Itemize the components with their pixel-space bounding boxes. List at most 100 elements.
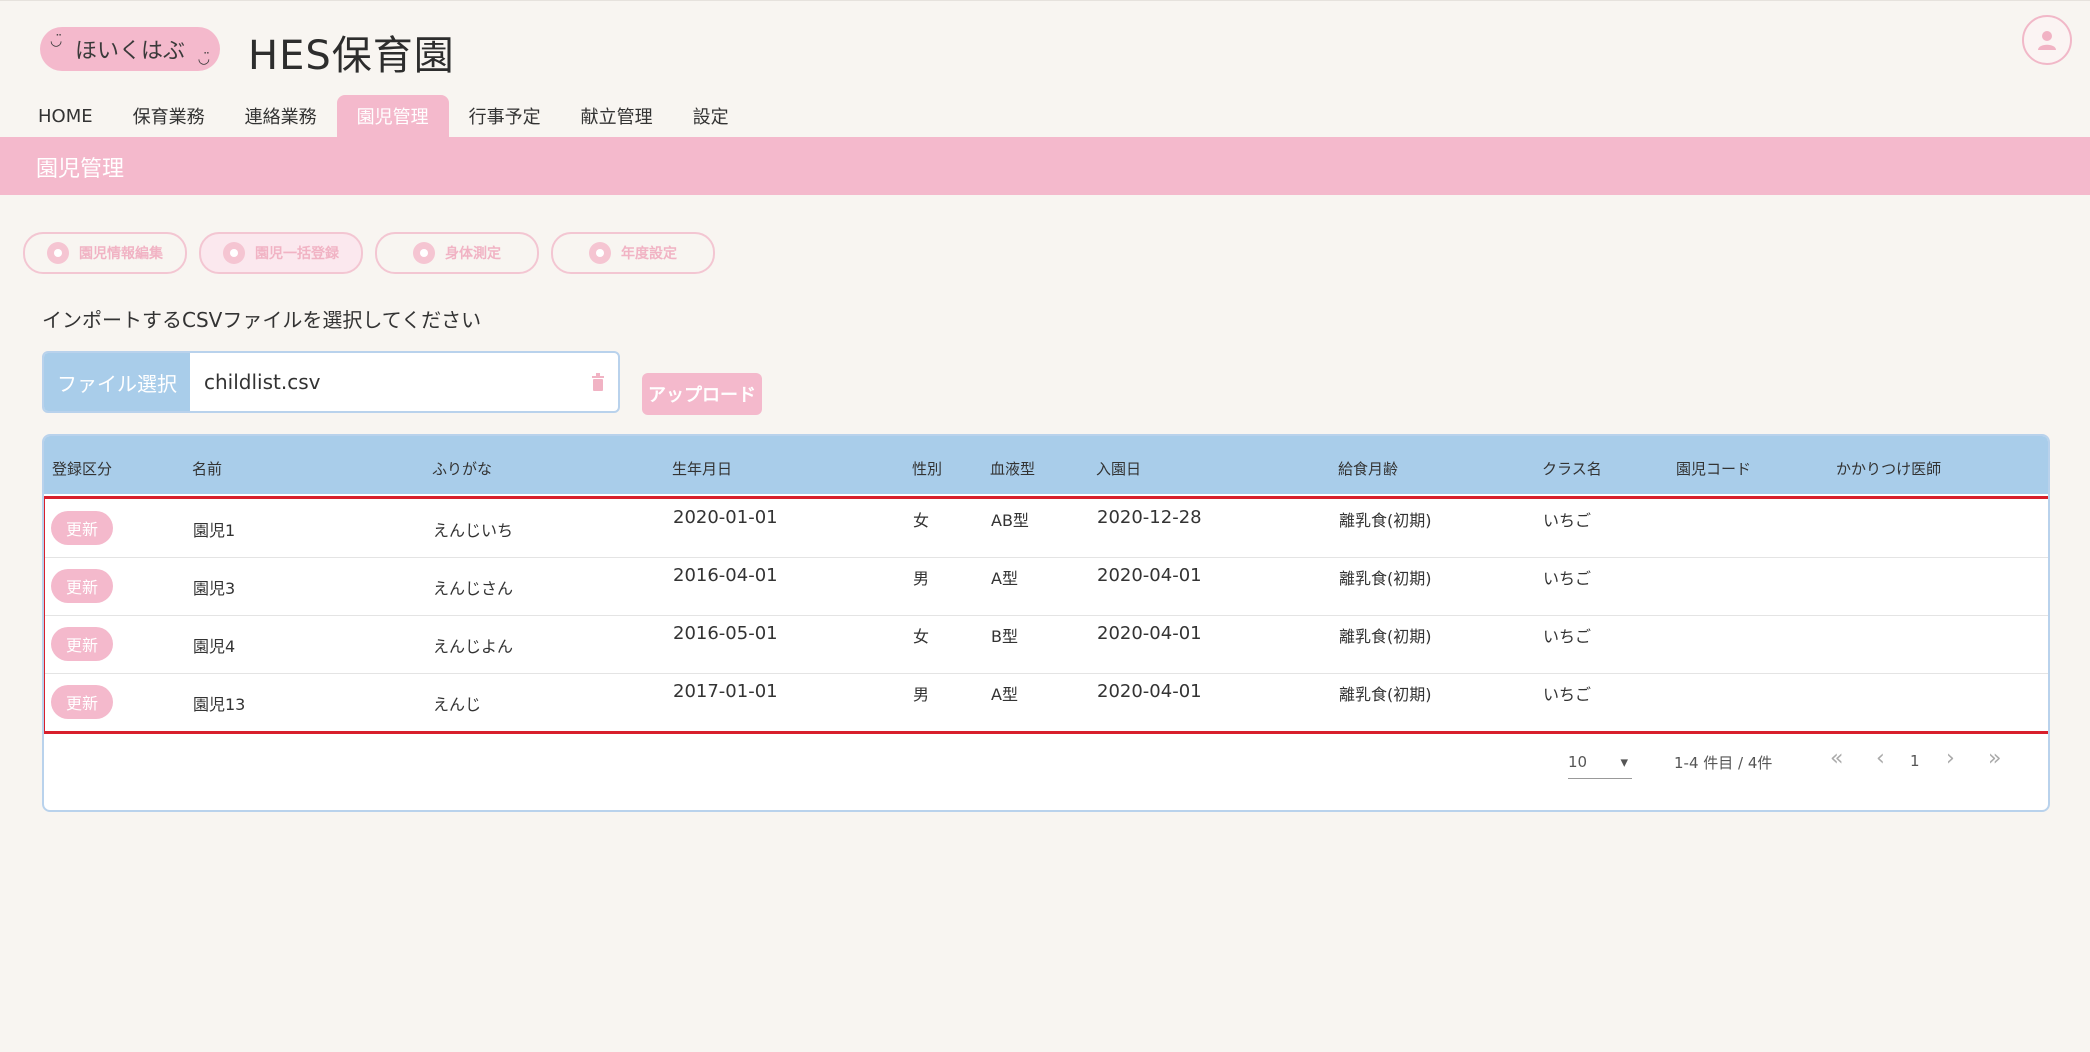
meal-cell: 離乳食(初期): [1339, 511, 1432, 530]
edit-child-info-label: 園児情報編集: [79, 246, 163, 262]
settings-icon: [589, 242, 611, 264]
name-cell: 園児4: [193, 637, 236, 656]
kana-cell: えんじ: [433, 695, 482, 714]
col-birth[interactable]: 生年月日: [672, 458, 732, 479]
smile-left-icon: ◡̈: [50, 33, 63, 49]
meal-cell: 離乳食(初期): [1339, 685, 1432, 704]
meal-cell: 離乳食(初期): [1339, 627, 1432, 646]
last-page-icon[interactable]: »: [1988, 746, 2001, 771]
chevron-down-icon: ▾: [1620, 753, 1628, 771]
scale-icon: [413, 242, 435, 264]
admission-cell: 2020-04-01: [1097, 681, 1202, 702]
kana-cell: えんじよん: [433, 637, 514, 656]
page-title-bar: 園児管理: [0, 137, 2090, 195]
bulk-register-button[interactable]: 園児一括登録: [199, 232, 363, 274]
brand-logo-text: ほいくはぶ: [74, 39, 185, 64]
admission-cell: 2020-04-01: [1097, 623, 1202, 644]
col-doctor[interactable]: かかりつけ医師: [1836, 458, 1941, 479]
class-cell: いちご: [1543, 685, 1592, 704]
name-cell: 園児1: [193, 521, 236, 540]
upload-button[interactable]: アップロード: [642, 373, 762, 415]
tab-child-management[interactable]: 園児管理: [336, 95, 449, 137]
col-meal[interactable]: 給食月齢: [1338, 458, 1398, 479]
status-badge: 更新: [51, 627, 113, 661]
import-instruction: インポートするCSVファイルを選択してください: [42, 308, 482, 332]
prev-page-icon[interactable]: ‹: [1876, 746, 1885, 771]
trash-icon[interactable]: [578, 353, 618, 411]
col-name[interactable]: 名前: [192, 458, 222, 479]
pagination: 10 ▾ 1-4 件目 / 4件 « ‹ 1 › »: [44, 746, 2048, 786]
tab-home[interactable]: HOME: [18, 95, 113, 137]
fiscal-year-settings-label: 年度設定: [621, 246, 677, 262]
user-avatar-icon[interactable]: [2022, 15, 2072, 65]
highlighted-rows: 更新 園児1 えんじいち 2020-01-01 女 AB型 2020-12-28…: [44, 496, 2048, 734]
col-blood[interactable]: 血液型: [990, 458, 1035, 479]
rows-per-page-value: 10: [1568, 753, 1588, 771]
col-sex[interactable]: 性別: [912, 458, 942, 479]
col-code[interactable]: 園児コード: [1676, 458, 1751, 479]
status-badge: 更新: [51, 569, 113, 603]
smile-right-icon: ◡̈: [197, 51, 210, 67]
birth-cell: 2020-01-01: [673, 507, 778, 528]
body-measurement-button[interactable]: 身体測定: [375, 232, 539, 274]
admission-cell: 2020-12-28: [1097, 507, 1202, 528]
table-header: 登録区分 名前 ふりがな 生年月日 性別 血液型 入園日 給食月齢 クラス名 園…: [44, 436, 2048, 494]
tab-settings[interactable]: 設定: [673, 95, 749, 137]
sex-cell: 女: [913, 627, 930, 646]
name-cell: 園児13: [193, 695, 246, 714]
main-nav: HOME 保育業務 連絡業務 園児管理 行事予定 献立管理 設定: [18, 95, 749, 137]
file-picker: ファイル選択: [42, 351, 620, 413]
blood-cell: A型: [991, 685, 1018, 704]
birth-cell: 2016-05-01: [673, 623, 778, 644]
status-badge: 更新: [51, 685, 113, 719]
group-icon: [223, 242, 245, 264]
name-cell: 園児3: [193, 579, 236, 598]
tab-communication[interactable]: 連絡業務: [225, 95, 337, 137]
sex-cell: 男: [913, 685, 930, 704]
table-row: 更新 園児4 えんじよん 2016-05-01 女 B型 2020-04-01 …: [45, 615, 2048, 674]
import-table: 登録区分 名前 ふりがな 生年月日 性別 血液型 入園日 給食月齢 クラス名 園…: [42, 434, 2050, 812]
tab-menu-management[interactable]: 献立管理: [561, 95, 673, 137]
class-cell: いちご: [1543, 627, 1592, 646]
edit-child-info-button[interactable]: 園児情報編集: [23, 232, 187, 274]
class-cell: いちご: [1543, 569, 1592, 588]
birth-cell: 2016-04-01: [673, 565, 778, 586]
sex-cell: 女: [913, 511, 930, 530]
class-cell: いちご: [1543, 511, 1592, 530]
table-row: 更新 園児1 えんじいち 2020-01-01 女 AB型 2020-12-28…: [45, 499, 2048, 558]
page-title: 園児管理: [36, 157, 125, 182]
action-buttons: 園児情報編集 園児一括登録 身体測定 年度設定: [23, 232, 715, 274]
meal-cell: 離乳食(初期): [1339, 569, 1432, 588]
col-class[interactable]: クラス名: [1542, 458, 1602, 479]
pagination-range: 1-4 件目 / 4件: [1674, 754, 1773, 772]
admission-cell: 2020-04-01: [1097, 565, 1202, 586]
col-admission[interactable]: 入園日: [1096, 458, 1141, 479]
tab-events[interactable]: 行事予定: [449, 95, 561, 137]
fiscal-year-settings-button[interactable]: 年度設定: [551, 232, 715, 274]
choose-file-button[interactable]: ファイル選択: [44, 353, 190, 411]
tab-childcare-work[interactable]: 保育業務: [113, 95, 225, 137]
file-name-input[interactable]: [190, 353, 578, 411]
current-page: 1: [1910, 752, 1920, 770]
kana-cell: えんじさん: [433, 579, 514, 598]
bulk-register-label: 園児一括登録: [255, 246, 339, 262]
status-badge: 更新: [51, 511, 113, 545]
sex-cell: 男: [913, 569, 930, 588]
body-measurement-label: 身体測定: [445, 246, 501, 262]
table-row: 更新 園児3 えんじさん 2016-04-01 男 A型 2020-04-01 …: [45, 557, 2048, 616]
app-title: HES保育園: [248, 33, 455, 79]
blood-cell: B型: [991, 627, 1018, 646]
blood-cell: A型: [991, 569, 1018, 588]
child-face-icon: [47, 242, 69, 264]
rows-per-page-select[interactable]: 10 ▾: [1568, 746, 1632, 779]
kana-cell: えんじいち: [433, 521, 514, 540]
app-header: ◡̈ ほいくはぶ ◡̈ HES保育園 HOME 保育業務 連絡業務 園児管理 行…: [0, 0, 2090, 137]
next-page-icon[interactable]: ›: [1946, 746, 1955, 771]
brand-logo[interactable]: ◡̈ ほいくはぶ ◡̈: [40, 27, 220, 71]
blood-cell: AB型: [991, 511, 1029, 530]
table-row: 更新 園児13 えんじ 2017-01-01 男 A型 2020-04-01 離…: [45, 673, 2048, 731]
col-status[interactable]: 登録区分: [52, 458, 112, 479]
first-page-icon[interactable]: «: [1830, 746, 1843, 771]
birth-cell: 2017-01-01: [673, 681, 778, 702]
col-kana[interactable]: ふりがな: [432, 458, 492, 479]
